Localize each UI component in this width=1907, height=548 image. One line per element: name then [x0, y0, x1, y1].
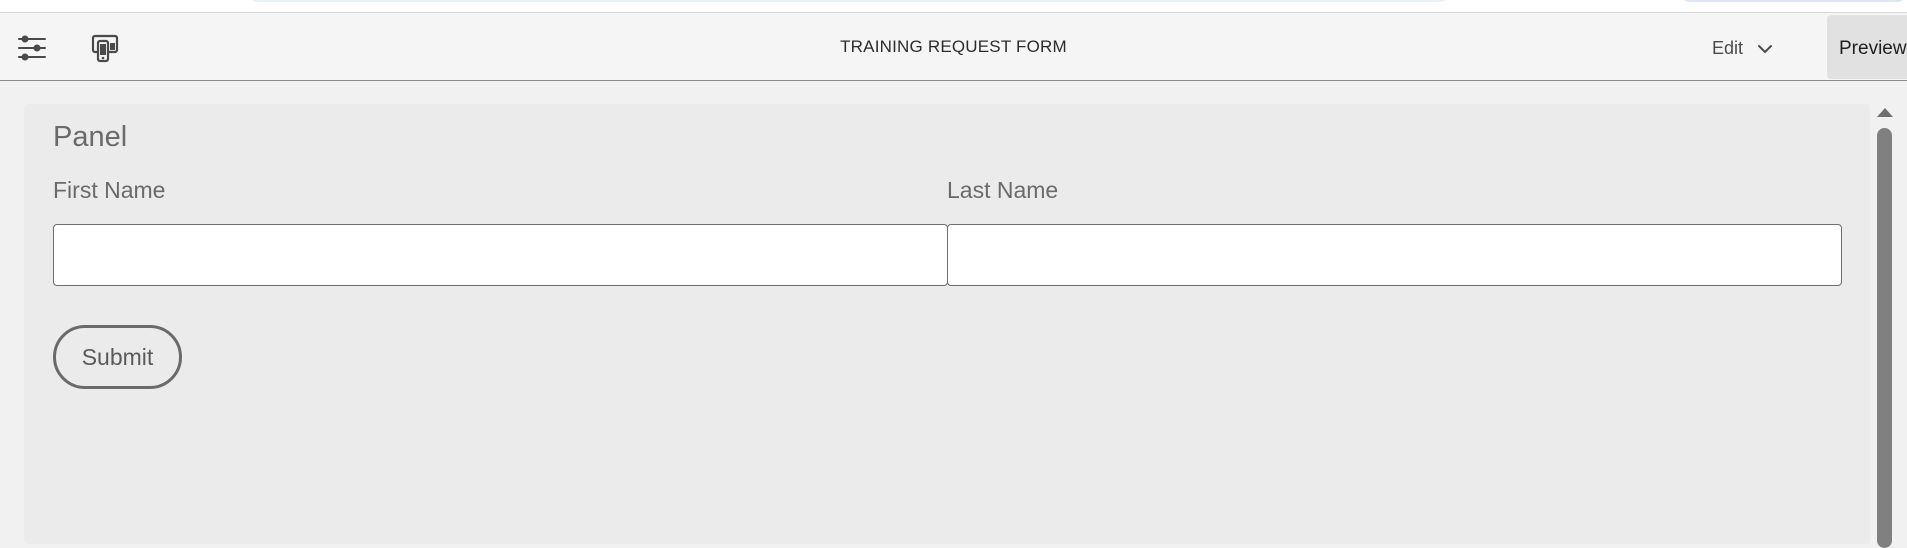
editor-toolbar: TRAINING REQUEST FORM Edit Preview	[0, 13, 1907, 81]
preview-button[interactable]: Preview	[1827, 15, 1907, 79]
browser-top-strip	[0, 0, 1907, 13]
chevron-down-icon	[1757, 38, 1773, 59]
mode-dropdown[interactable]: Edit	[1712, 35, 1773, 61]
last-name-input[interactable]	[947, 224, 1842, 286]
form-title: TRAINING REQUEST FORM	[840, 37, 1067, 56]
last-name-label: Last Name	[947, 177, 1059, 203]
address-bar[interactable]	[248, 0, 1450, 2]
mode-dropdown-label: Edit	[1712, 37, 1744, 58]
first-name-label: First Name	[53, 177, 166, 203]
scroll-thumb[interactable]	[1877, 128, 1892, 548]
vertical-scrollbar[interactable]	[1874, 104, 1896, 548]
scroll-up-arrow-icon[interactable]	[1877, 108, 1893, 117]
form-canvas: Panel First Name Last Name Submit	[24, 104, 1870, 544]
browser-profile-area[interactable]	[1680, 0, 1907, 2]
first-name-input[interactable]	[53, 224, 948, 286]
submit-button[interactable]: Submit	[53, 325, 182, 389]
panel-title: Panel	[53, 121, 128, 153]
